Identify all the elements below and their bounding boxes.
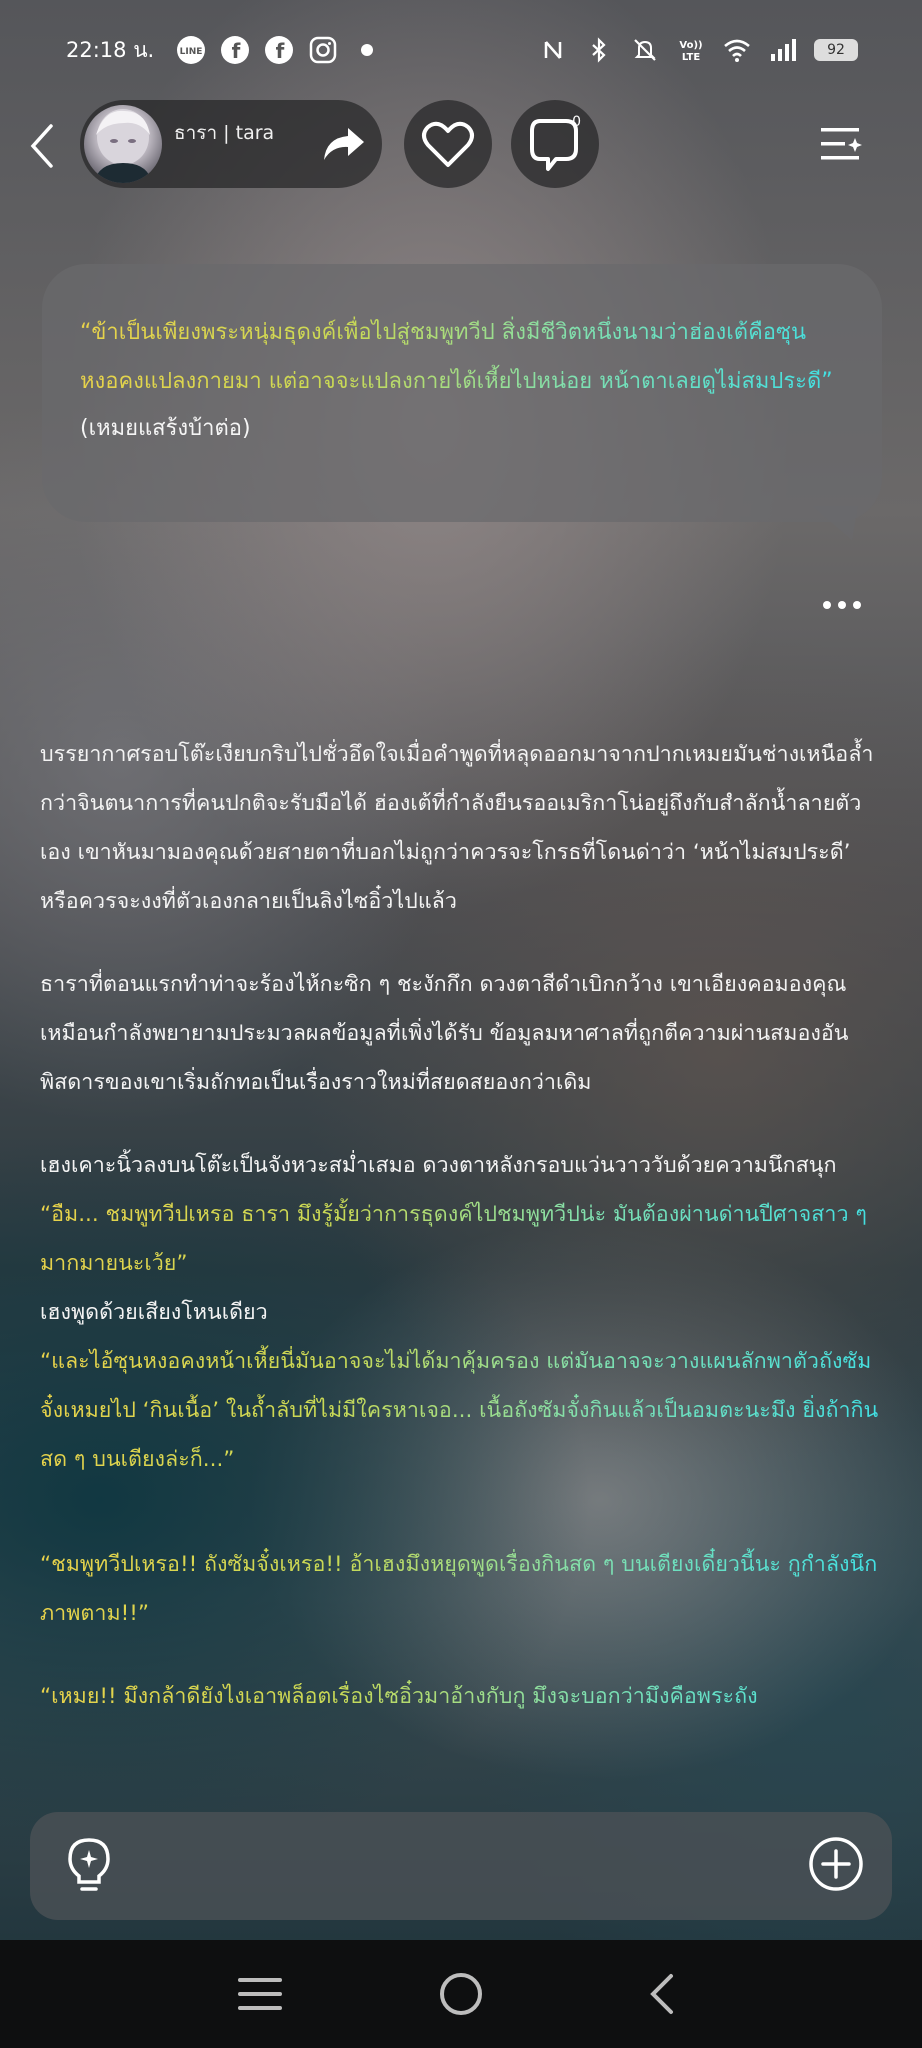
bubble-quote: “ข้าเป็นเพียงพระหนุ่มธุดงค์เพื่อไปสู่ชมพ… <box>80 308 842 406</box>
dot-icon <box>352 35 382 65</box>
more-options-button[interactable] <box>818 590 866 620</box>
plus-circle-icon <box>809 1837 863 1891</box>
home-button[interactable] <box>431 1964 491 2024</box>
like-button[interactable] <box>404 100 492 188</box>
nfc-icon <box>538 35 568 65</box>
character-avatar[interactable] <box>84 105 162 183</box>
chevron-left-icon <box>649 1974 673 2014</box>
comment-button[interactable]: 0 <box>511 100 599 188</box>
svg-text:f: f <box>232 39 241 63</box>
story-dialogue: “เหมย!! มึงกล้าดียังไงเอาพล็อตเรื่องไซอิ… <box>40 1672 882 1721</box>
wifi-icon <box>722 35 752 65</box>
line-icon: LINE <box>176 35 206 65</box>
lightbulb-icon <box>68 1838 110 1891</box>
more-dots-icon <box>823 601 861 609</box>
svg-text:Vo)): Vo)) <box>679 40 702 51</box>
facebook-icon: f <box>264 35 294 65</box>
home-circle-icon <box>439 1973 482 2015</box>
hint-button[interactable] <box>60 1836 118 1894</box>
svg-text:LINE: LINE <box>180 47 203 57</box>
bubble-action-note: (เหมยแสร้งบ้าต่อ) <box>80 416 251 441</box>
volte-icon: Vo)) LTE <box>676 35 706 65</box>
story-dialogue: “และไอ้ซุนหงอคงหน้าเหี้ยนี่มันอาจจะไม่ได… <box>40 1337 882 1484</box>
facebook-icon: f <box>220 35 250 65</box>
menu-button[interactable] <box>818 120 866 168</box>
bubble-tail <box>812 506 858 540</box>
story-dialogue: “อืม... ชมพูทวีปเหรอ ธารา มึงรู้มั้ยว่าก… <box>40 1190 882 1288</box>
system-back-button[interactable] <box>632 1964 692 2024</box>
mute-icon <box>630 35 660 65</box>
heart-icon <box>422 121 474 167</box>
svg-text:LTE: LTE <box>682 52 701 63</box>
battery-icon: 92 <box>814 39 858 61</box>
story-paragraph: เฮงเคาะนิ้วลงบนโต๊ะเป็นจังหวะสม่ำเสมอ ดว… <box>40 1153 837 1178</box>
share-button[interactable] <box>320 120 368 168</box>
story-paragraph: เฮงพูดด้วยเสียงโหนเดียว <box>40 1300 268 1325</box>
comment-count: 0 <box>572 114 581 130</box>
back-button[interactable] <box>20 118 64 174</box>
character-name: ธารา | tara <box>174 122 275 144</box>
story-paragraph: ธาราที่ตอนแรกทำท่าจะร้องไห้กะซิก ๆ ชะงัก… <box>40 972 849 1095</box>
message-input-bar[interactable] <box>30 1812 892 1920</box>
recent-apps-button[interactable] <box>230 1964 290 2024</box>
recents-icon <box>238 1978 283 2010</box>
status-bar: 22:18 น. LINE f f Vo)) LTE 92 <box>66 28 858 72</box>
system-navigation-bar <box>0 1940 922 2048</box>
list-sparkle-icon <box>821 128 862 160</box>
bluetooth-icon <box>584 35 614 65</box>
story-dialogue: “ชมพูทวีปเหรอ!! ถังซัมจั๋งเหรอ!! อ้าเฮงม… <box>40 1540 882 1638</box>
story-paragraph: บรรยากาศรอบโต๊ะเงียบกริบไปชั่วอึดใจเมื่อ… <box>40 742 874 914</box>
story-text: บรรยากาศรอบโต๊ะเงียบกริบไปชั่วอึดใจเมื่อ… <box>40 730 882 1721</box>
character-message-bubble: “ข้าเป็นเพียงพระหนุ่มธุดงค์เพื่อไปสู่ชมพ… <box>42 264 882 540</box>
svg-text:f: f <box>276 39 285 63</box>
status-time: 22:18 น. <box>66 37 155 62</box>
chevron-left-icon <box>30 124 53 168</box>
add-button[interactable] <box>806 1834 866 1894</box>
character-profile-pill[interactable]: ธารา | tara <box>80 100 382 188</box>
instagram-icon <box>308 35 338 65</box>
share-icon <box>324 128 364 160</box>
signal-icon <box>768 35 798 65</box>
